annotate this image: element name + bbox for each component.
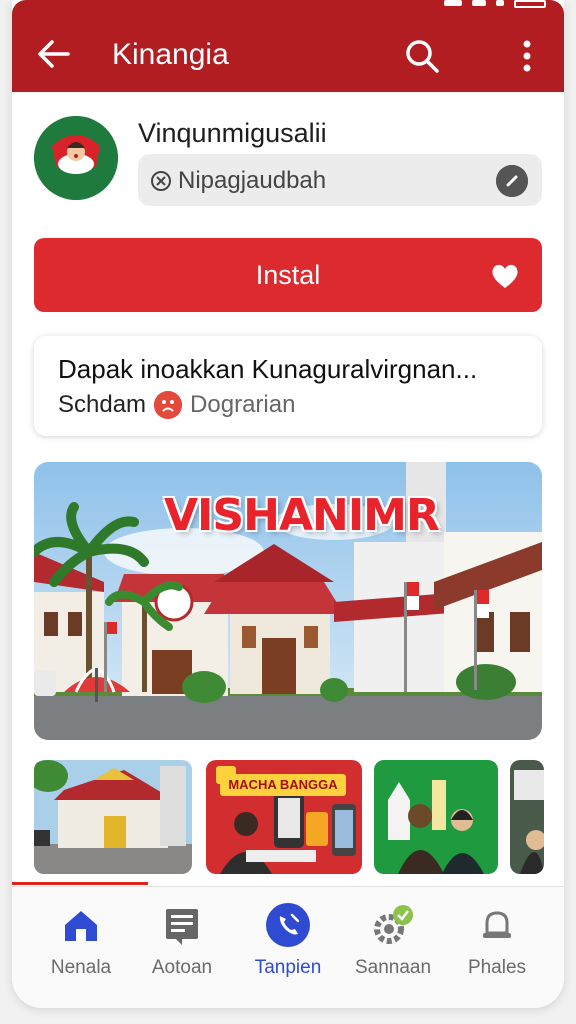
thumbnail-strip: MACHA BANGGA xyxy=(34,760,564,874)
banner-title: VISHANIMR xyxy=(164,490,440,541)
nav-item-notifications[interactable]: Phales xyxy=(442,887,552,1008)
developer-chip[interactable]: Nipagjaudbah xyxy=(138,154,542,206)
partial-thumbnail[interactable] xyxy=(510,760,544,874)
tag-icon xyxy=(150,170,172,192)
promo-title: MACHA BANGGA xyxy=(220,774,346,796)
search-icon[interactable] xyxy=(402,36,442,76)
scroll-indicator xyxy=(12,882,148,885)
document-icon xyxy=(160,903,204,947)
bell-icon xyxy=(475,903,519,947)
install-label: Instal xyxy=(255,260,321,290)
nav-label: Tanpien xyxy=(254,957,322,978)
signal-icon xyxy=(444,0,462,6)
phone-icon xyxy=(266,903,310,947)
phone-screen: Kinangia Vinqunmigusalii Nipagjaudbah In… xyxy=(12,0,564,1008)
home-icon xyxy=(59,903,103,947)
status-bar xyxy=(444,0,546,10)
battery-icon xyxy=(514,0,546,8)
app-icon xyxy=(34,116,118,200)
nav-item-settings[interactable]: Sannaan xyxy=(338,887,448,1008)
banner-image[interactable]: VISHANIMR xyxy=(34,462,542,740)
app-name: Vinqunmigusalii xyxy=(138,118,327,148)
info-sub-label: Schdam xyxy=(58,391,147,418)
app-bar: Kinangia xyxy=(12,0,564,92)
bottom-nav: Nenala Aotoan Tanpien Sannaan Phales xyxy=(12,886,564,1008)
building-thumbnail[interactable] xyxy=(34,760,192,874)
info-icon[interactable] xyxy=(496,165,528,197)
info-headline: Dapak inoakkan Kunaguralvirgnan... xyxy=(58,354,478,384)
more-vertical-icon[interactable] xyxy=(512,36,542,76)
nav-item-documents[interactable]: Aotoan xyxy=(127,887,237,1008)
page-title: Kinangia xyxy=(112,38,229,71)
install-button[interactable]: Instal xyxy=(34,238,542,312)
nav-label: Phales xyxy=(467,957,527,978)
nav-label: Nenala xyxy=(50,957,112,978)
nav-label: Aotoan xyxy=(151,957,213,978)
heart-icon xyxy=(490,262,520,290)
info-subline: Schdam Dograrian xyxy=(58,391,295,419)
nav-item-phone[interactable]: Tanpien xyxy=(233,887,343,1008)
arrow-left-icon[interactable] xyxy=(34,34,74,74)
nav-label: Sannaan xyxy=(354,957,432,978)
info-sub-value: Dograrian xyxy=(190,391,296,418)
promo-thumbnail[interactable]: MACHA BANGGA xyxy=(206,760,362,874)
dot-icon xyxy=(496,0,504,6)
info-card[interactable]: Dapak inoakkan Kunaguralvirgnan... Schda… xyxy=(34,336,542,436)
face-icon xyxy=(154,391,183,419)
people-thumbnail[interactable] xyxy=(374,760,498,874)
wifi-icon xyxy=(472,0,486,6)
nav-item-home[interactable]: Nenala xyxy=(26,887,136,1008)
developer-name: Nipagjaudbah xyxy=(178,167,327,194)
settings-icon xyxy=(371,903,415,947)
